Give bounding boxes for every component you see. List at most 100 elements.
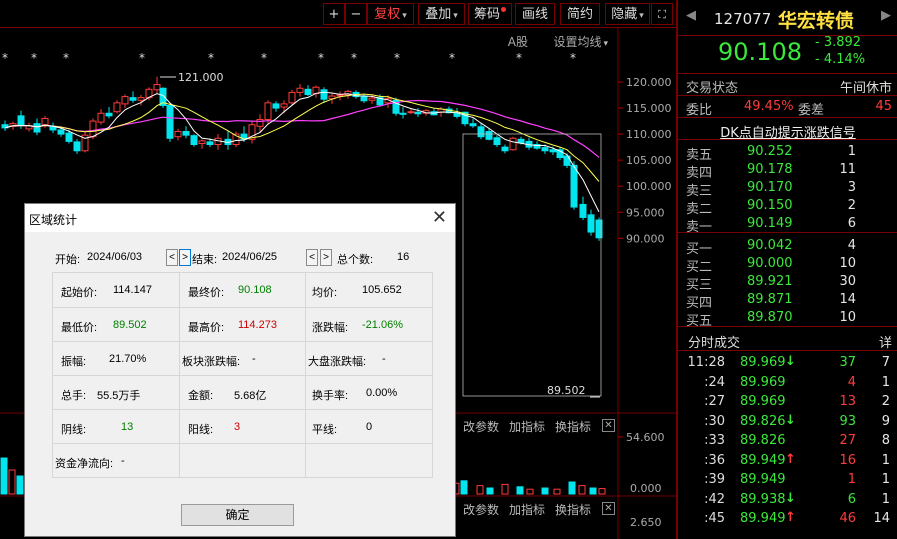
- next-stock-icon[interactable]: ▶: [881, 8, 891, 23]
- stat-low-value: 89.502: [113, 319, 147, 331]
- volume-bar: [8, 469, 16, 495]
- tick-time: :39: [704, 472, 725, 487]
- tick-time: :42: [704, 491, 725, 507]
- overlay-dropdown[interactable]: 叠加 ▾: [418, 3, 465, 25]
- start-prev-button[interactable]: <: [166, 249, 178, 266]
- ask-row[interactable]: 卖四 90.178 11: [678, 161, 897, 181]
- stat-high: 最高价: 114.273: [180, 308, 306, 342]
- total-label: 总个数:: [337, 254, 374, 266]
- end-next-button[interactable]: >: [320, 249, 332, 266]
- dialog-titlebar[interactable]: 区域统计 ✕: [25, 204, 455, 232]
- ask-volume: 2: [847, 198, 856, 213]
- chart-toolbar: + − 复权 ▾ 叠加 ▾ 筹码 画线 简约 隐藏 ▾ ⛶: [0, 0, 676, 28]
- ma-settings-dropdown[interactable]: 设置均线 ▾: [553, 33, 608, 50]
- bid-price: 90.042: [747, 238, 793, 253]
- bid-row[interactable]: 买二 90.000 10: [678, 255, 897, 275]
- stat-amount-value: 5.68亿: [234, 390, 267, 402]
- chips-button[interactable]: 筹码: [468, 3, 512, 25]
- stat-flow-label: 资金净流向:: [55, 458, 114, 470]
- dk-signal-link[interactable]: DK点自动提示涨跌信号: [720, 126, 856, 141]
- ticks-detail-button[interactable]: 详: [879, 332, 892, 351]
- bid-volume: 10: [839, 256, 856, 271]
- tick-time: :36: [704, 452, 725, 468]
- weicha-label: 委差: [798, 103, 825, 118]
- candle-body: [407, 111, 415, 114]
- ok-button[interactable]: 确定: [181, 504, 294, 526]
- region-stats-dialog: 区域统计 ✕ 开始: 2024/06/03 < > 结束: 2024/06/25…: [24, 203, 456, 537]
- stat-hands: 总手: 55.5万手: [53, 376, 180, 410]
- candle-body: [368, 97, 376, 101]
- chevron-down-icon: ▾: [453, 11, 458, 21]
- zoom-in-button[interactable]: +: [323, 3, 345, 25]
- hide-dropdown[interactable]: 隐藏 ▾: [605, 3, 650, 25]
- stock-code: 127077: [714, 10, 772, 28]
- expand-icon[interactable]: ⛶: [651, 3, 673, 25]
- start-next-button[interactable]: >: [179, 249, 191, 266]
- bid-row[interactable]: 买一 90.042 4: [678, 237, 897, 257]
- event-star-icon: *: [570, 51, 576, 65]
- weibi-row: 委比 49.45% 委差 45: [678, 98, 897, 118]
- tick-price: 89.826: [740, 433, 786, 448]
- switch-indicator-button[interactable]: 换指标: [555, 501, 591, 518]
- ask-row[interactable]: 卖三 90.170 3: [678, 179, 897, 199]
- adjust-dropdown[interactable]: 复权 ▾: [367, 3, 414, 25]
- zoom-out-button[interactable]: −: [345, 3, 367, 25]
- ask-row[interactable]: 卖二 90.150 2: [678, 197, 897, 217]
- bid-volume: 4: [847, 238, 856, 253]
- status-value: 午间休市: [839, 81, 892, 96]
- candle-body: [570, 164, 578, 208]
- price-axis-label: 100.000: [626, 180, 672, 193]
- a-share-label[interactable]: A股: [508, 33, 528, 50]
- change-params-button[interactable]: 改参数: [463, 501, 499, 518]
- volume-bar: [541, 487, 549, 495]
- tick-row: :30 89.826 ↓ 93 9: [678, 413, 897, 433]
- change-params-button[interactable]: 改参数: [463, 418, 499, 435]
- stat-flow: 资金净流向: -: [53, 444, 180, 478]
- volume-bar: [578, 485, 586, 495]
- candle-body: [469, 123, 477, 127]
- bid-row[interactable]: 买三 89.921 30: [678, 273, 897, 293]
- close-icon[interactable]: ✕: [602, 502, 615, 515]
- bid-volume: 30: [839, 274, 856, 289]
- switch-indicator-button[interactable]: 换指标: [555, 418, 591, 435]
- bid-row[interactable]: 买五 89.870 10: [678, 309, 897, 329]
- bid-row[interactable]: 买四 89.871 14: [678, 291, 897, 311]
- candle-body: [501, 146, 509, 152]
- tick-row: :39 89.949 1 1: [678, 471, 897, 491]
- tick-volume: 27: [839, 433, 856, 448]
- prev-stock-icon[interactable]: ◀: [686, 8, 696, 23]
- volume-bar: [553, 488, 561, 495]
- volume-bar: [476, 485, 484, 495]
- stock-name: 华宏转债: [778, 10, 855, 32]
- ask-row[interactable]: 卖一 90.149 6: [678, 215, 897, 235]
- dk-signal-row[interactable]: DK点自动提示涨跌信号: [678, 120, 897, 141]
- candle-body: [541, 147, 549, 152]
- tick-count: 2: [881, 394, 890, 409]
- close-icon[interactable]: ✕: [602, 419, 615, 432]
- add-indicator-button[interactable]: 加指标: [509, 501, 545, 518]
- simple-mode-button[interactable]: 简约: [560, 3, 600, 25]
- draw-line-button[interactable]: 画线: [515, 3, 555, 25]
- ask-row[interactable]: 卖五 90.252 1: [678, 143, 897, 163]
- close-icon[interactable]: ✕: [432, 208, 447, 226]
- volume-bar: [16, 475, 24, 495]
- low-price-label: 89.502: [547, 384, 586, 397]
- bid-volume: 10: [839, 310, 856, 325]
- candle-body: [296, 87, 304, 93]
- add-indicator-button[interactable]: 加指标: [509, 418, 545, 435]
- candle-body: [174, 130, 182, 138]
- stat-avg: 均价: 105.652: [306, 273, 433, 308]
- stat-flat-label: 平线:: [312, 424, 338, 436]
- price-axis-label: 90.000: [626, 232, 665, 245]
- adjust-label: 复权: [374, 7, 401, 22]
- stat-high-value: 114.273: [238, 319, 277, 331]
- ask-price: 90.170: [747, 180, 793, 195]
- end-prev-button[interactable]: <: [306, 249, 318, 266]
- indicator-bar-macd: 改参数 加指标 换指标 ✕: [463, 501, 676, 519]
- tick-arrow-icon: ↓: [785, 490, 796, 506]
- dialog-title: 区域统计: [29, 213, 78, 227]
- tick-volume: 93: [839, 413, 856, 429]
- candle-body: [579, 203, 587, 218]
- stat-change-label: 涨跌幅:: [312, 322, 349, 334]
- candle-body: [509, 137, 517, 151]
